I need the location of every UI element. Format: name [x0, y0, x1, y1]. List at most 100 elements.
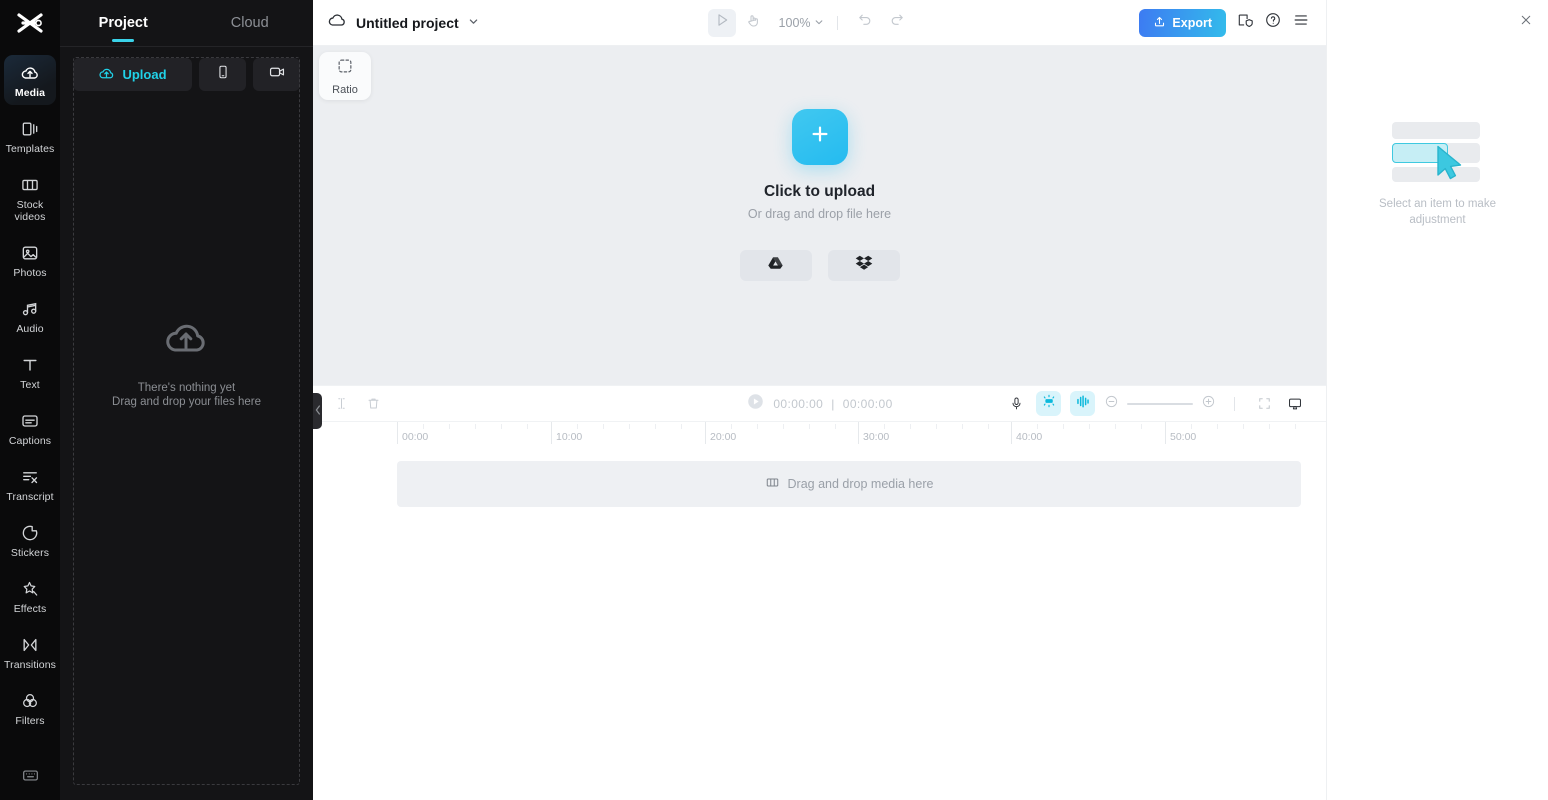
tab-project[interactable]: Project [60, 0, 187, 46]
sidebar-label: Stickers [10, 547, 50, 559]
dropzone-line1: There's nothing yet [137, 381, 236, 394]
microphone-button[interactable] [1005, 393, 1027, 415]
sidebar-label: Text [20, 379, 40, 391]
hand-icon [746, 13, 761, 33]
timeline-zoom-slider[interactable] [1104, 394, 1216, 414]
ruler-label: 00:00 [402, 431, 429, 443]
cloud-upload-icon [157, 314, 215, 367]
filters-icon [20, 690, 40, 712]
sidebar-item-stickers[interactable]: Stickers [4, 515, 56, 565]
current-time: 00:00:00 [773, 396, 824, 411]
page-title[interactable]: Untitled project [356, 15, 459, 31]
sidebar-label: Captions [8, 435, 52, 447]
main-area: Untitled project 100% Export Ratio Click… [313, 0, 1326, 800]
zoom-level-selector[interactable]: 100% [779, 16, 824, 30]
ruler-label: 20:00 [710, 431, 737, 443]
header-left: Untitled project [313, 10, 479, 35]
close-button[interactable] [1519, 13, 1533, 32]
help-circle-icon[interactable] [1264, 11, 1282, 34]
sidebar-label: Photos [13, 267, 47, 279]
properties-panel: Select an item to make adjustment [1326, 0, 1548, 800]
transitions-icon [20, 634, 40, 656]
export-button[interactable]: Export [1139, 8, 1226, 37]
dropzone-line2: Drag and drop your files here [112, 395, 261, 408]
ruler-label: 30:00 [863, 431, 890, 443]
keyboard-shortcuts-button[interactable] [0, 766, 60, 790]
dropbox-icon [855, 255, 873, 276]
capcut-logo[interactable] [0, 0, 60, 46]
upload-title: Click to upload [763, 182, 876, 200]
cloud-upload-icon [20, 62, 40, 84]
tab-label: Cloud [230, 15, 269, 31]
tab-label: Project [98, 15, 148, 31]
sticker-icon [20, 522, 40, 544]
text-t-icon [20, 354, 40, 376]
play-circle-icon[interactable] [746, 392, 765, 416]
hamburger-menu-icon[interactable] [1292, 11, 1310, 34]
redo-icon [889, 12, 905, 33]
export-upload-icon [1153, 15, 1166, 31]
sidebar-label: Templates [5, 143, 55, 155]
click-to-upload-area[interactable]: Click to upload Or drag and drop file he… [739, 108, 900, 281]
capcut-editor: Media Templates Stock videos Photos Audi… [0, 0, 1548, 800]
sidebar-item-photos[interactable]: Photos [4, 235, 56, 285]
sparkle-icon [20, 578, 40, 600]
zoom-in-icon[interactable] [1201, 394, 1216, 414]
rail-items: Media Templates Stock videos Photos Audi… [0, 46, 60, 739]
fit-to-screen-button[interactable] [1253, 393, 1275, 415]
sidebar-item-effects[interactable]: Effects [4, 571, 56, 621]
cursor-play-icon [714, 12, 730, 33]
add-media-button[interactable] [791, 108, 848, 165]
audio-waveform-button[interactable] [1070, 391, 1095, 416]
sidebar-label: Audio [16, 323, 44, 335]
media-dropzone[interactable]: There's nothing yet Drag and drop your f… [73, 57, 300, 785]
timeline-right-tools [1005, 391, 1326, 416]
undo-button[interactable] [851, 9, 879, 37]
header-right: Export [1139, 8, 1326, 37]
sidebar-item-templates[interactable]: Templates [4, 111, 56, 161]
auto-cut-icon [1041, 393, 1057, 414]
zoom-out-icon[interactable] [1104, 394, 1119, 414]
shield-backup-icon[interactable] [1236, 11, 1254, 34]
close-icon [1519, 14, 1533, 31]
split-clip-button[interactable] [330, 393, 352, 415]
zoom-slider-track[interactable] [1127, 402, 1193, 405]
sidebar-label: Effects [13, 603, 47, 615]
sidebar-item-audio[interactable]: Audio [4, 291, 56, 341]
photo-icon [20, 242, 40, 264]
cloud-import-row [739, 249, 900, 281]
sidebar-item-text[interactable]: Text [4, 347, 56, 397]
sidebar-item-media[interactable]: Media [4, 55, 56, 105]
tab-cloud[interactable]: Cloud [187, 0, 314, 46]
media-panel: Project Cloud Upload There's nothing yet… [60, 0, 313, 800]
delete-button[interactable] [362, 393, 384, 415]
sidebar-item-stock-videos[interactable]: Stock videos [4, 167, 56, 229]
collapse-panel-handle[interactable] [313, 393, 322, 429]
templates-icon [20, 118, 40, 140]
sidebar-label: Filters [15, 715, 45, 727]
google-drive-button[interactable] [739, 249, 812, 281]
sidebar-item-transcript[interactable]: Transcript [4, 459, 56, 509]
dashed-square-icon [336, 57, 354, 80]
hand-tool-button[interactable] [740, 9, 768, 37]
redo-button[interactable] [883, 9, 911, 37]
cloud-icon[interactable] [327, 10, 347, 35]
music-note-icon [20, 298, 40, 320]
sidebar-item-captions[interactable]: Captions [4, 403, 56, 453]
preview-monitor-button[interactable] [1284, 393, 1306, 415]
cursor-select-illustration [1391, 122, 1484, 182]
plus-icon [808, 122, 832, 151]
ruler-label: 50:00 [1170, 431, 1197, 443]
track-dropzone[interactable]: Drag and drop media here [397, 461, 1301, 507]
sidebar-item-transitions[interactable]: Transitions [4, 627, 56, 677]
timeline-ruler[interactable]: 00:00 10:00 20:00 30:00 40:00 50:00 [313, 421, 1326, 447]
chevron-down-icon[interactable] [468, 14, 479, 32]
dropbox-button[interactable] [827, 249, 900, 281]
ratio-button[interactable]: Ratio [319, 52, 371, 100]
auto-cut-button[interactable] [1036, 391, 1061, 416]
sidebar-item-filters[interactable]: Filters [4, 683, 56, 733]
timeline-toolbar: 00:00:00 | 00:00:00 [313, 385, 1326, 421]
select-tool-button[interactable] [707, 8, 736, 37]
panel-tabs: Project Cloud [60, 0, 313, 46]
sidebar-label: Transcript [6, 491, 54, 503]
